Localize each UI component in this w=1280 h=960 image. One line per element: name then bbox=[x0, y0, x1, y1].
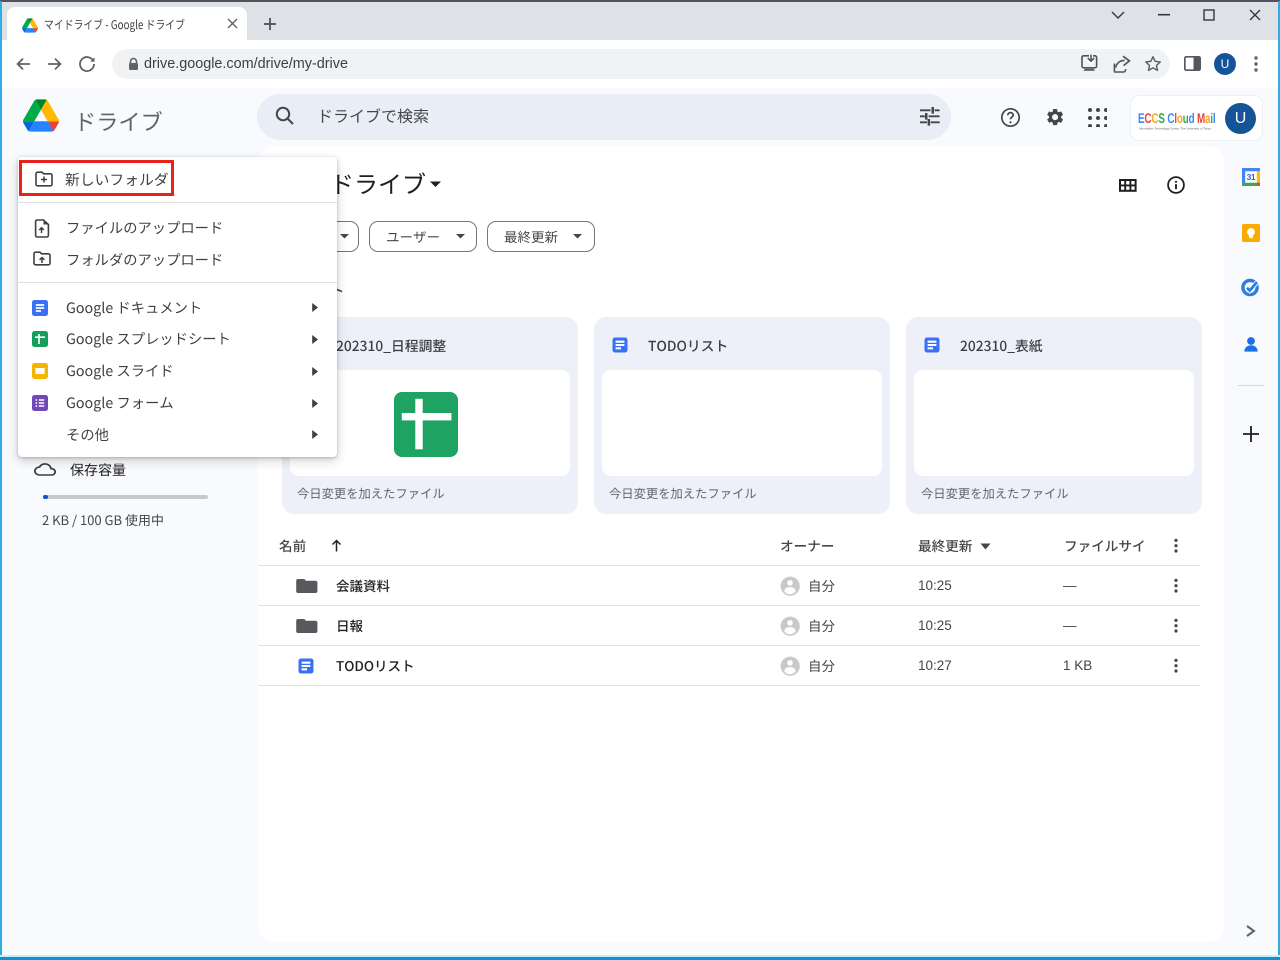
svg-text:31: 31 bbox=[1247, 172, 1256, 182]
svg-text:Information Technology Center,: Information Technology Center, The Unive… bbox=[1139, 126, 1211, 130]
